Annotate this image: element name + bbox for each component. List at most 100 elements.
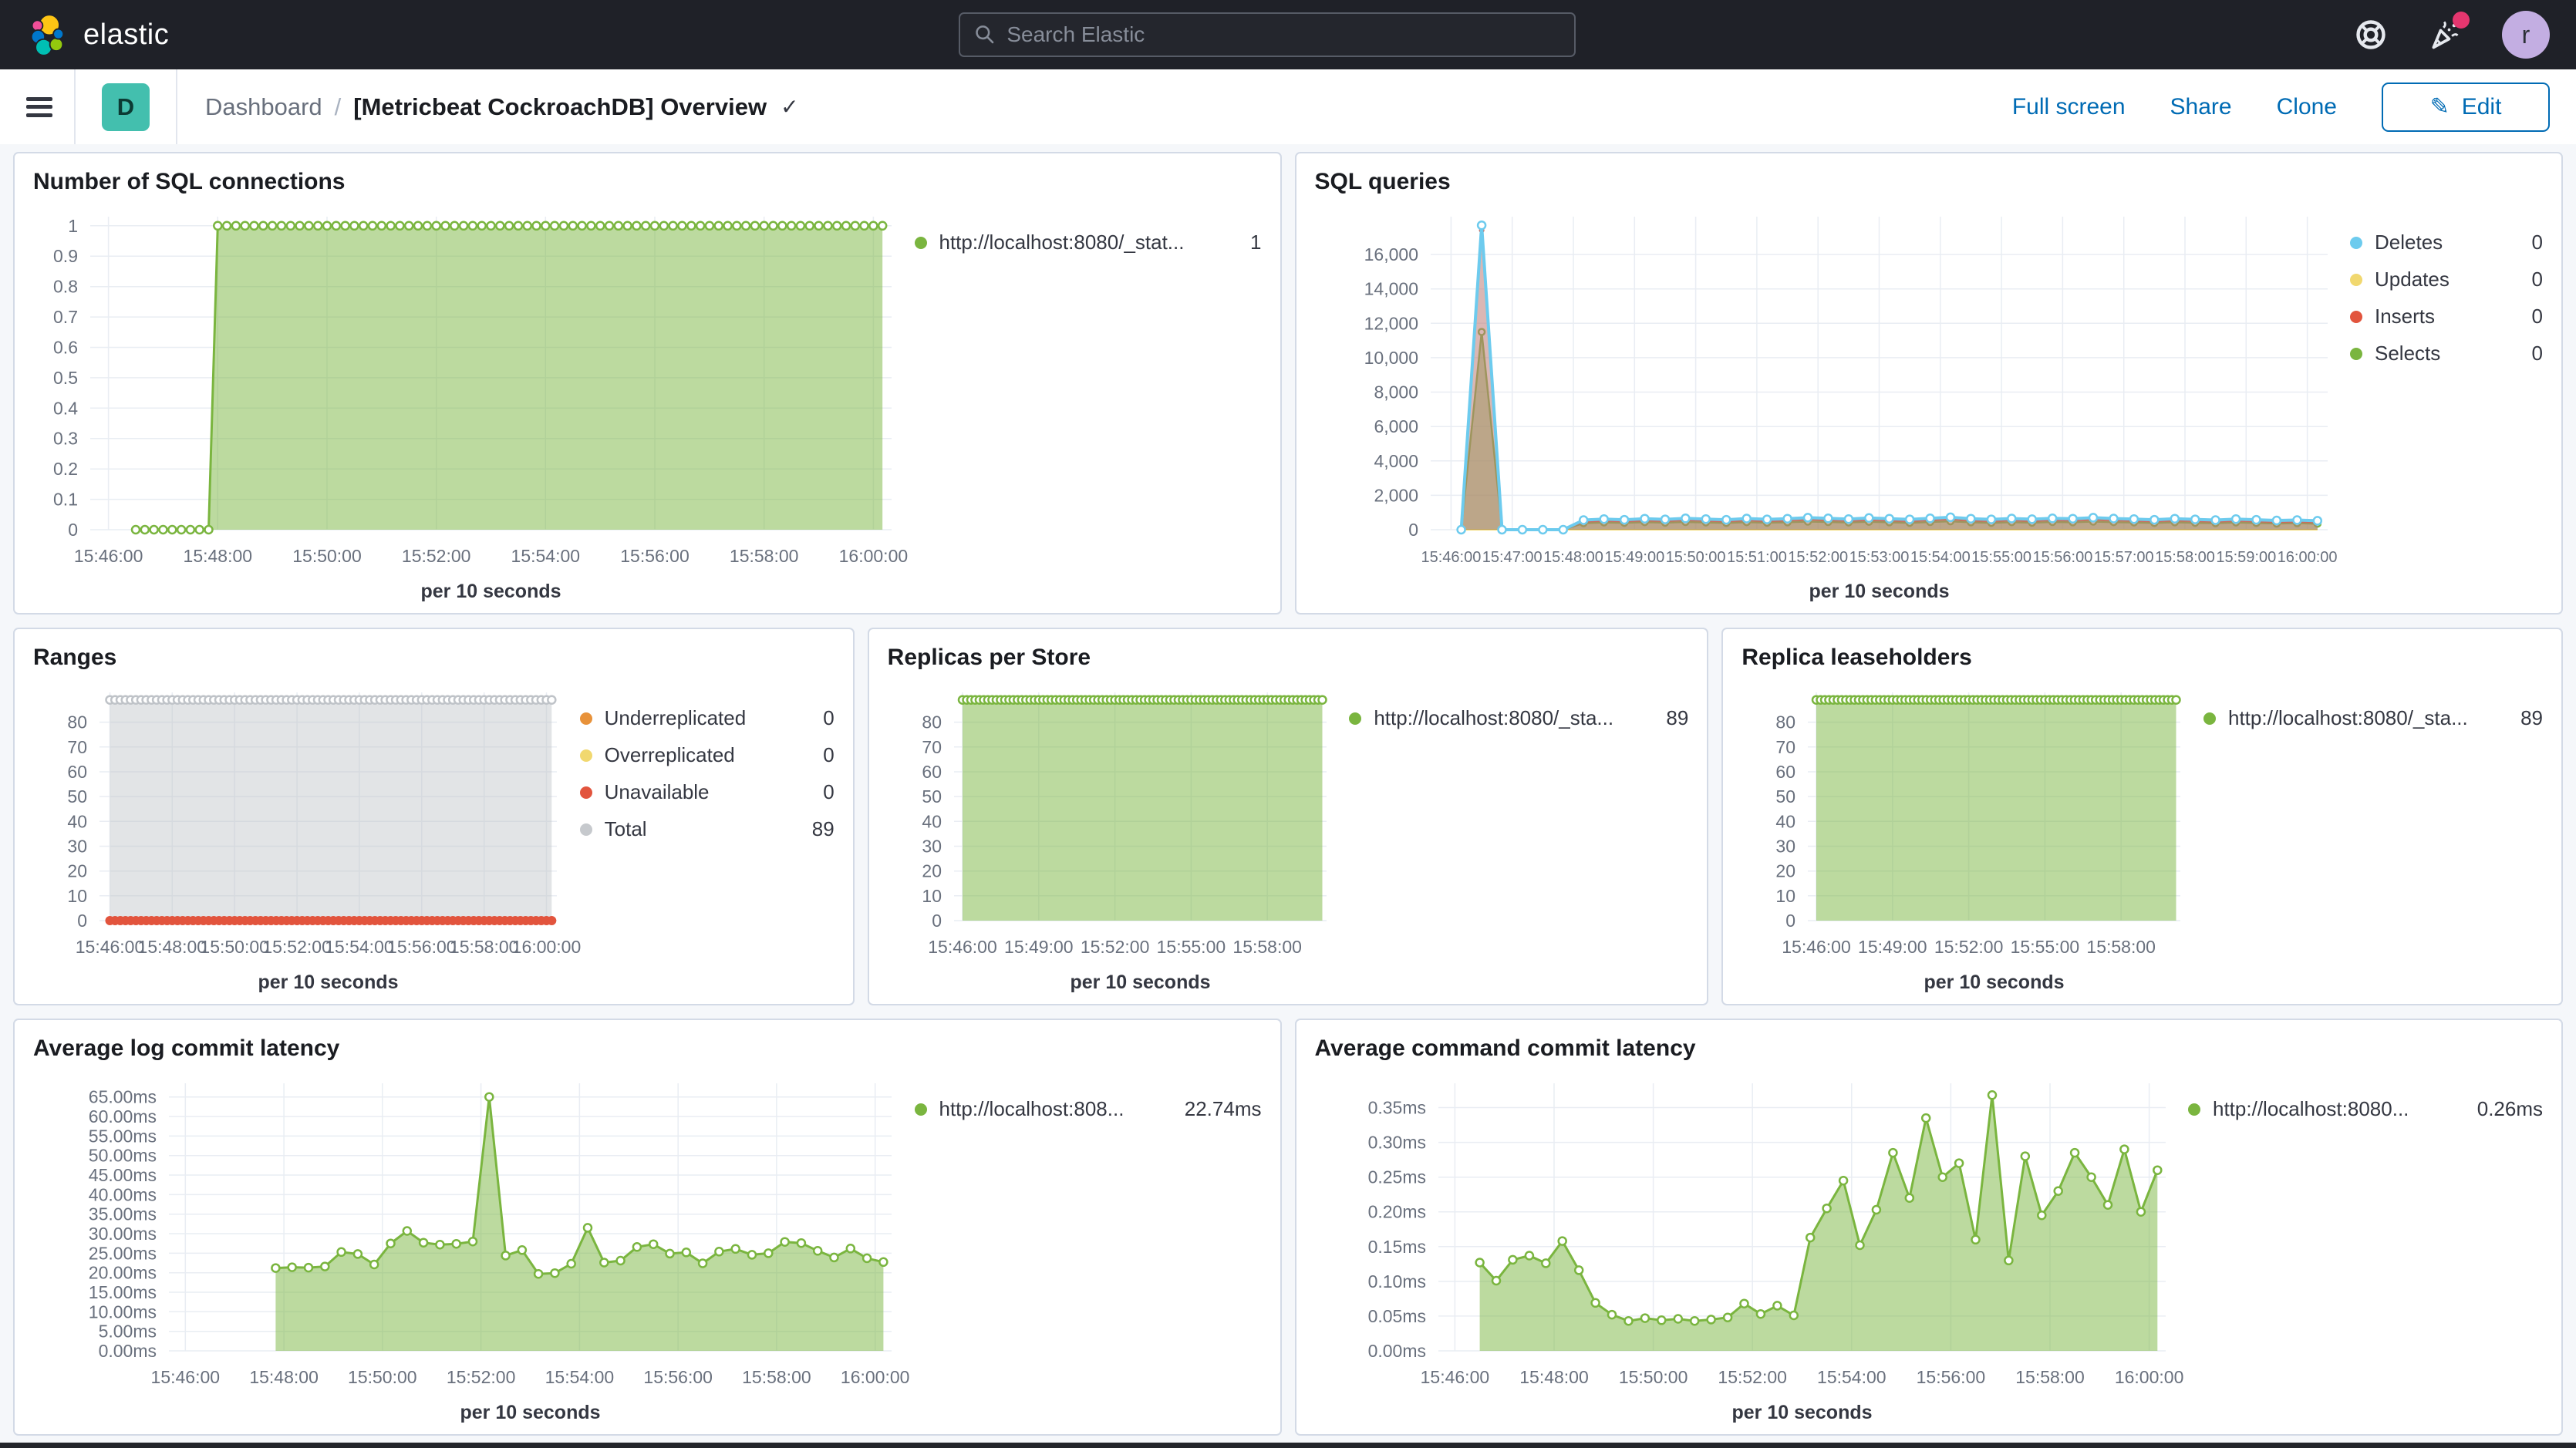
- svg-text:30: 30: [922, 837, 942, 857]
- replicas-chart[interactable]: 15:46:0015:49:0015:52:0015:55:0015:58:00…: [888, 674, 1350, 995]
- svg-text:15:48:00: 15:48:00: [249, 1367, 319, 1387]
- share-button[interactable]: Share: [2170, 94, 2232, 120]
- leaseholders-chart[interactable]: 15:46:0015:49:0015:52:0015:55:0015:58:00…: [1741, 674, 2203, 995]
- search-input[interactable]: [1006, 22, 1560, 47]
- svg-text:80: 80: [922, 712, 942, 732]
- svg-text:40: 40: [922, 811, 942, 831]
- svg-text:0: 0: [77, 911, 87, 931]
- legend-value: 89: [1644, 706, 1688, 730]
- panel-title: Average command commit latency: [1315, 1035, 2544, 1062]
- elastic-logo[interactable]: elastic: [26, 12, 169, 57]
- svg-text:2,000: 2,000: [1374, 485, 1418, 505]
- svg-text:per 10 seconds: per 10 seconds: [258, 972, 398, 993]
- svg-text:0.2: 0.2: [53, 459, 78, 479]
- svg-text:15:56:00: 15:56:00: [643, 1367, 713, 1387]
- svg-text:8,000: 8,000: [1374, 382, 1418, 402]
- svg-text:15:58:00: 15:58:00: [730, 546, 799, 566]
- global-search[interactable]: [959, 12, 1576, 57]
- help-icon[interactable]: [2354, 18, 2388, 52]
- svg-text:15:50:00: 15:50:00: [1618, 1367, 1688, 1387]
- legend-label: Updates: [2375, 268, 2450, 291]
- elastic-logo-icon: [26, 12, 71, 57]
- panel-title: SQL queries: [1315, 169, 2544, 195]
- svg-text:15:54:00: 15:54:00: [1910, 549, 1970, 566]
- legend-label: Underreplicated: [605, 706, 747, 730]
- svg-text:0.05ms: 0.05ms: [1367, 1306, 1425, 1326]
- svg-text:50: 50: [67, 786, 87, 807]
- legend-item[interactable]: Underreplicated0: [580, 706, 835, 730]
- legend-item[interactable]: http://localhost:8080...0.26ms: [2188, 1097, 2543, 1121]
- legend-item[interactable]: http://localhost:8080/_stat...1: [915, 231, 1262, 254]
- legend-item[interactable]: http://localhost:8080/_sta...89: [1349, 706, 1688, 730]
- svg-text:10: 10: [67, 886, 87, 906]
- sql-connections-chart[interactable]: 15:46:0015:48:0015:50:0015:52:0015:54:00…: [33, 198, 915, 604]
- svg-text:15:46:00: 15:46:00: [151, 1367, 221, 1387]
- panel-title: Average log commit latency: [33, 1035, 1262, 1062]
- svg-text:10: 10: [922, 886, 942, 906]
- legend-item[interactable]: http://localhost:808...22.74ms: [915, 1097, 1262, 1121]
- app-header: elastic: [0, 0, 2576, 69]
- title-caret-icon[interactable]: ✓: [781, 94, 798, 120]
- clone-button[interactable]: Clone: [2277, 94, 2337, 120]
- svg-text:14,000: 14,000: [1364, 279, 1418, 299]
- legend-swatch-icon: [915, 237, 927, 249]
- log-commit-latency-chart[interactable]: 15:46:0015:48:0015:50:0015:52:0015:54:00…: [33, 1065, 915, 1425]
- svg-text:per 10 seconds: per 10 seconds: [1924, 972, 2065, 993]
- pencil-icon: ✎: [2430, 93, 2450, 120]
- full-screen-button[interactable]: Full screen: [2012, 94, 2126, 120]
- legend-value: 22.74ms: [1163, 1097, 1262, 1121]
- svg-text:20: 20: [1776, 861, 1796, 881]
- legend-item[interactable]: Overreplicated0: [580, 743, 835, 767]
- newsfeed-icon[interactable]: [2428, 18, 2462, 52]
- legend-swatch-icon: [2350, 237, 2362, 249]
- avatar[interactable]: r: [2502, 11, 2550, 59]
- svg-text:30.00ms: 30.00ms: [89, 1224, 157, 1244]
- svg-text:60.00ms: 60.00ms: [89, 1106, 157, 1126]
- ranges-chart[interactable]: 15:46:0015:48:0015:50:0015:52:0015:54:00…: [33, 674, 580, 995]
- chart-legend: http://localhost:8080/_sta...89: [1349, 674, 1688, 995]
- legend-item[interactable]: Inserts0: [2350, 305, 2543, 328]
- dashboard-app-badge[interactable]: D: [102, 83, 150, 131]
- panel-command-commit-latency: Average command commit latency 15:46:00 1…: [1295, 1019, 2564, 1436]
- svg-text:15:46:00: 15:46:00: [928, 937, 997, 957]
- legend-item[interactable]: Total89: [580, 817, 835, 841]
- svg-text:15:48:00: 15:48:00: [184, 546, 253, 566]
- svg-text:15:46:00: 15:46:00: [1420, 1367, 1489, 1387]
- edit-button-label: Edit: [2462, 94, 2502, 120]
- command-commit-latency-chart[interactable]: 15:46:0015:48:0015:50:0015:52:0015:54:00…: [1315, 1065, 2189, 1425]
- breadcrumb-dashboard[interactable]: Dashboard: [205, 93, 322, 121]
- svg-text:15:52:00: 15:52:00: [1718, 1367, 1787, 1387]
- sql-queries-chart[interactable]: 15:46:0015:47:0015:48:0015:49:0015:50:00…: [1315, 198, 2351, 604]
- legend-item[interactable]: Selects0: [2350, 342, 2543, 365]
- svg-text:60: 60: [922, 762, 942, 782]
- svg-text:70: 70: [922, 737, 942, 757]
- svg-text:15:52:00: 15:52:00: [1788, 549, 1848, 566]
- legend-item[interactable]: http://localhost:8080/_sta...89: [2203, 706, 2543, 730]
- svg-text:15:47:00: 15:47:00: [1482, 549, 1542, 566]
- legend-value: 0: [801, 743, 834, 767]
- legend-item[interactable]: Deletes0: [2350, 231, 2543, 254]
- legend-item[interactable]: Unavailable0: [580, 780, 835, 804]
- svg-text:15:54:00: 15:54:00: [325, 937, 394, 957]
- badge-letter: D: [117, 93, 134, 121]
- svg-text:0: 0: [1786, 911, 1796, 931]
- svg-text:15:56:00: 15:56:00: [2032, 549, 2092, 566]
- hamburger-menu-icon[interactable]: [26, 97, 52, 117]
- edit-button[interactable]: ✎ Edit: [2382, 83, 2550, 132]
- svg-text:60: 60: [1776, 762, 1796, 782]
- panel-ranges: Ranges 15:46:0015:48:0015:50:0015:52:001…: [13, 628, 855, 1005]
- svg-text:15:51:00: 15:51:00: [1726, 549, 1786, 566]
- svg-text:10: 10: [1776, 886, 1796, 906]
- legend-swatch-icon: [580, 786, 592, 799]
- svg-text:0: 0: [1408, 520, 1418, 540]
- legend-value: 0: [2510, 342, 2543, 365]
- svg-text:15:56:00: 15:56:00: [387, 937, 457, 957]
- svg-text:15:56:00: 15:56:00: [1916, 1367, 1985, 1387]
- svg-text:0.30ms: 0.30ms: [1367, 1133, 1425, 1153]
- legend-swatch-icon: [915, 1103, 927, 1116]
- svg-text:80: 80: [1776, 712, 1796, 732]
- svg-text:45.00ms: 45.00ms: [89, 1165, 157, 1185]
- legend-value: 0: [2510, 231, 2543, 254]
- legend-item[interactable]: Updates0: [2350, 268, 2543, 291]
- legend-label: http://localhost:8080/_sta...: [2228, 706, 2468, 730]
